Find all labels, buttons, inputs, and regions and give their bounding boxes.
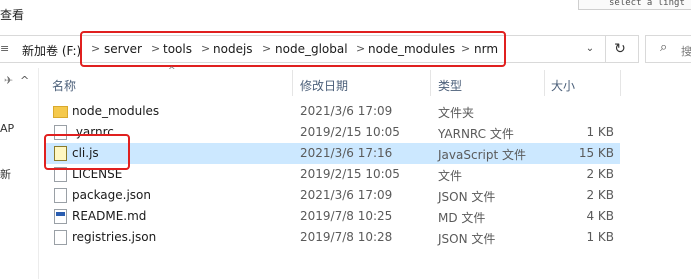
file-date: 2021/3/6 17:09	[300, 104, 393, 118]
list-item[interactable]: node_modules 2021/3/6 17:09 文件夹	[44, 101, 620, 122]
list-item[interactable]: .yarnrc 2019/2/15 10:05 YARNRC 文件 1 KB	[44, 122, 620, 143]
chevron-down-icon: ⌄	[585, 43, 595, 54]
highlight-box-cli-js	[44, 134, 130, 170]
file-type: JSON 文件	[438, 190, 496, 204]
column-header-date[interactable]: 修改日期	[300, 77, 348, 94]
file-type: MD 文件	[438, 211, 486, 225]
column-header-name[interactable]: 名称	[52, 77, 76, 94]
column-header-size[interactable]: 大小	[551, 77, 575, 94]
sort-ascending-icon: ^	[168, 66, 176, 76]
nav-item-new[interactable]: 新	[0, 166, 11, 182]
tooltip-text: select a lingt	[609, 0, 685, 8]
folder-icon	[53, 106, 68, 118]
refresh-button[interactable]: ↻	[605, 36, 634, 62]
column-divider[interactable]	[430, 70, 431, 96]
file-type: YARNRC 文件	[438, 127, 514, 141]
tooltip-popup: select a lingt	[578, 0, 691, 10]
file-size: 15 KB	[578, 146, 614, 160]
collapse-icon[interactable]: ^	[20, 74, 29, 87]
file-name: registries.json	[72, 230, 157, 244]
file-type: JavaScript 文件	[438, 148, 526, 162]
list-item[interactable]: README.md 2019/7/8 10:25 MD 文件 4 KB	[44, 206, 620, 227]
json-file-icon	[54, 188, 67, 203]
list-item-selected[interactable]: cli.js 2021/3/6 17:16 JavaScript 文件 15 K…	[44, 143, 620, 164]
file-size: 2 KB	[586, 188, 614, 202]
file-name: README.md	[72, 209, 147, 223]
list-item[interactable]: package.json 2021/3/6 17:09 JSON 文件 2 KB	[44, 185, 620, 206]
file-size: 4 KB	[586, 209, 614, 223]
file-date: 2019/7/8 10:25	[300, 209, 393, 223]
search-placeholder: 搜	[681, 45, 691, 58]
column-divider[interactable]	[620, 70, 621, 96]
file-type: JSON 文件	[438, 232, 496, 246]
file-date: 2019/2/15 10:05	[300, 167, 400, 181]
address-dropdown-button[interactable]: ⌄	[579, 36, 601, 62]
highlight-box-path	[80, 31, 506, 67]
list-item[interactable]: LICENSE 2019/2/15 10:05 文件 2 KB	[44, 164, 620, 185]
ribbon-tab-view[interactable]: 查看	[0, 6, 24, 23]
pin-icon[interactable]: ✈	[4, 74, 13, 87]
search-icon: ⌕	[660, 40, 668, 55]
file-date: 2021/3/6 17:16	[300, 146, 393, 160]
file-size: 1 KB	[586, 125, 614, 139]
refresh-icon: ↻	[614, 41, 626, 57]
md-file-icon	[54, 209, 67, 224]
drive-icon: ≡	[0, 42, 10, 55]
file-size: 1 KB	[586, 230, 614, 244]
column-divider[interactable]	[292, 70, 293, 96]
file-date: 2019/2/15 10:05	[300, 125, 400, 139]
nav-item-ap[interactable]: AP	[0, 122, 14, 135]
file-date: 2021/3/6 17:09	[300, 188, 393, 202]
column-divider[interactable]	[544, 70, 545, 96]
file-name: node_modules	[72, 104, 160, 118]
file-type: 文件	[438, 169, 463, 183]
breadcrumb-drive-f[interactable]: 新加卷 (F:)	[22, 42, 81, 59]
list-item[interactable]: registries.json 2019/7/8 10:28 JSON 文件 1…	[44, 227, 620, 248]
json-file-icon	[54, 230, 67, 245]
file-size: 2 KB	[586, 167, 614, 181]
file-date: 2019/7/8 10:28	[300, 230, 393, 244]
file-name: package.json	[72, 188, 152, 202]
file-type: 文件夹	[438, 106, 475, 120]
column-header-type[interactable]: 类型	[438, 77, 462, 94]
